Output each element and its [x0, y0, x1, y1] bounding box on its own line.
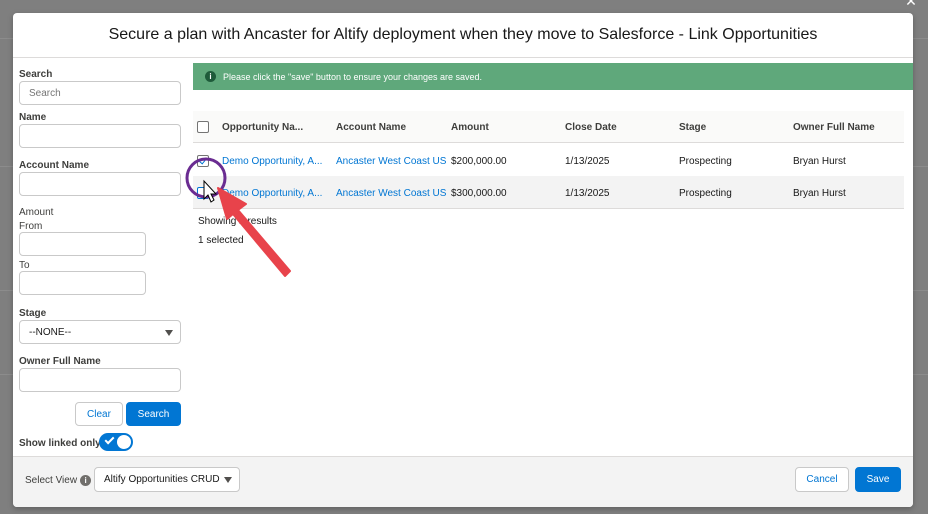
close-icon[interactable]: ✕: [902, 0, 920, 8]
stage-select[interactable]: --NONE--: [19, 320, 181, 344]
amount-from-input[interactable]: [19, 232, 146, 256]
account-name-label: Account Name: [19, 160, 90, 171]
show-linked-only-toggle[interactable]: [99, 433, 133, 451]
stage-label: Stage: [19, 308, 47, 319]
stage-cell: Prospecting: [679, 156, 732, 167]
table-row: Demo Opportunity, A... Ancaster West Coa…: [193, 144, 904, 177]
amount-to-input[interactable]: [19, 271, 146, 295]
name-input[interactable]: [19, 124, 181, 148]
link-opportunities-modal: Secure a plan with Ancaster for Altify d…: [13, 13, 913, 507]
modal-title: Secure a plan with Ancaster for Altify d…: [108, 26, 818, 43]
name-label: Name: [19, 112, 47, 123]
account-link[interactable]: Ancaster West Coast US: [336, 156, 446, 167]
table-row: Demo Opportunity, A... Ancaster West Coa…: [193, 176, 904, 209]
cancel-button[interactable]: Cancel: [795, 467, 849, 492]
row-checkbox[interactable]: [197, 187, 209, 199]
select-all-checkbox[interactable]: [197, 121, 209, 133]
account-link[interactable]: Ancaster West Coast US: [336, 188, 446, 199]
show-linked-only-label: Show linked only: [19, 438, 101, 449]
select-view-label: Select View i: [25, 475, 92, 486]
amount-cell: $200,000.00: [451, 156, 507, 167]
select-view-dropdown[interactable]: Altify Opportunities CRUD: [94, 467, 240, 492]
select-view-text: Select View: [25, 475, 78, 486]
amount-to-label: To: [19, 260, 30, 271]
search-button[interactable]: Search: [126, 402, 181, 426]
owner-cell: Bryan Hurst: [793, 188, 846, 199]
info-icon[interactable]: i: [80, 475, 92, 486]
owner-cell: Bryan Hurst: [793, 156, 846, 167]
table-header: Opportunity Na... Account Name Amount Cl…: [193, 111, 904, 143]
clear-button[interactable]: Clear: [75, 402, 123, 426]
modal-footer: Select View i Altify Opportunities CRUD …: [13, 456, 913, 507]
close-date-cell: 1/13/2025: [565, 156, 610, 167]
save-reminder-banner: i Please click the "save" button to ensu…: [193, 63, 913, 90]
column-header-stage[interactable]: Stage: [679, 122, 706, 133]
owner-full-name-label: Owner Full Name: [19, 356, 101, 367]
chevron-down-icon: [224, 477, 232, 483]
opportunity-link[interactable]: Demo Opportunity, A...: [222, 188, 328, 199]
search-input[interactable]: [19, 81, 181, 105]
column-header-account[interactable]: Account Name: [336, 122, 406, 133]
column-header-opportunity[interactable]: Opportunity Na...: [222, 122, 303, 133]
account-name-input[interactable]: [19, 172, 181, 196]
selected-count: 1 selected: [198, 235, 244, 246]
amount-from-label: From: [19, 221, 43, 232]
row-checkbox[interactable]: [197, 155, 209, 167]
save-button[interactable]: Save: [855, 467, 901, 492]
info-icon: i: [205, 71, 216, 82]
column-header-amount[interactable]: Amount: [451, 122, 489, 133]
stage-cell: Prospecting: [679, 188, 732, 199]
close-date-cell: 1/13/2025: [565, 188, 610, 199]
select-view-value: Altify Opportunities CRUD: [104, 474, 220, 485]
banner-message: Please click the "save" button to ensure…: [223, 71, 483, 82]
amount-cell: $300,000.00: [451, 188, 507, 199]
search-label: Search: [19, 69, 53, 80]
modal-body: Search Name Account Name Amount From To …: [13, 59, 913, 456]
stage-select-value: --NONE--: [29, 326, 72, 338]
chevron-down-icon: [165, 330, 173, 336]
opportunity-link[interactable]: Demo Opportunity, A...: [222, 156, 328, 167]
column-header-owner[interactable]: Owner Full Name: [793, 122, 875, 133]
amount-label: Amount: [19, 207, 54, 218]
toggle-knob: [117, 435, 131, 449]
modal-header: Secure a plan with Ancaster for Altify d…: [13, 13, 913, 58]
owner-full-name-input[interactable]: [19, 368, 181, 392]
results-count: Showing 2 results: [198, 216, 277, 227]
check-icon: [104, 434, 115, 445]
column-header-close-date[interactable]: Close Date: [565, 122, 617, 133]
